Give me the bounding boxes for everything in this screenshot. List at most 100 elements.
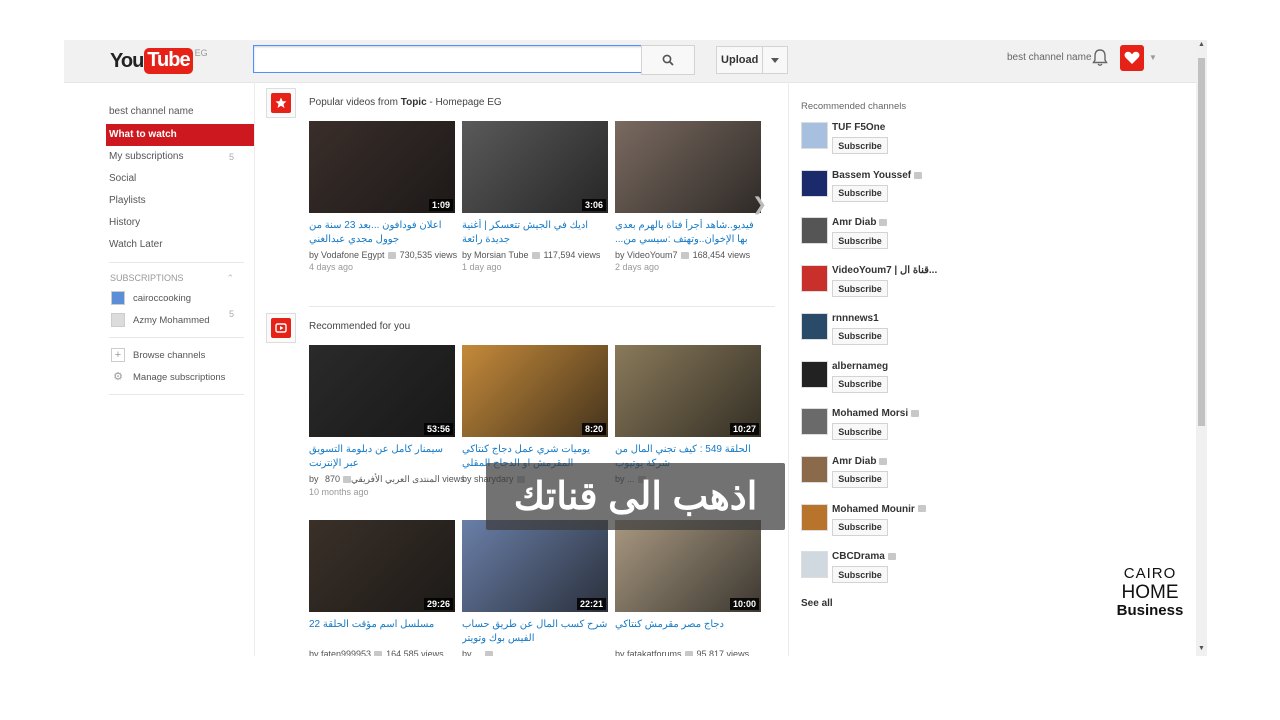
scroll-down-arrow-icon[interactable]: ▼ — [1196, 644, 1207, 654]
subscription-label: cairoccooking — [133, 292, 192, 304]
account-avatar[interactable] — [1120, 45, 1144, 71]
video-thumbnail[interactable] — [615, 121, 761, 213]
logo-tube: Tube — [144, 48, 193, 74]
recommended-shelf-title[interactable]: Recommended for you — [309, 321, 410, 332]
video-thumbnail[interactable]: 22:21 — [462, 520, 608, 612]
guide-channel-name[interactable]: best channel name — [106, 102, 254, 124]
subscribe-button[interactable]: Subscribe — [832, 327, 888, 345]
recommended-shelf-icon[interactable] — [266, 313, 296, 343]
verified-badge-icon — [684, 651, 693, 656]
channel-name-link[interactable]: VideoYoum7 | قناة ال... — [832, 265, 937, 276]
sidebar-item[interactable]: History — [106, 212, 254, 234]
video-title-link[interactable]: اديك في الجيش تتعسكر | أغنية جديدة رائعة — [462, 219, 610, 247]
subscribe-button[interactable]: Subscribe — [832, 184, 888, 202]
video-thumbnail[interactable]: 1:09 — [309, 121, 455, 213]
youtube-logo[interactable]: You Tube EG — [110, 46, 208, 76]
youtube-page: You Tube EG Upload best channel name ▼ b… — [64, 40, 1196, 656]
search-input[interactable] — [253, 45, 651, 73]
video-channel-link[interactable]: by ... — [462, 649, 482, 656]
subscription-item[interactable]: Azmy Mohammed 5 — [106, 309, 254, 331]
subscribe-button[interactable]: Subscribe — [832, 280, 888, 298]
sidebar-item[interactable]: My subscriptions 5 — [106, 146, 254, 168]
sidebar-item[interactable]: Social — [106, 168, 254, 190]
video-channel-link[interactable]: by Morsian Tube — [462, 250, 529, 260]
channel-name-link[interactable]: Amr Diab — [832, 456, 888, 467]
channel-avatar[interactable] — [801, 551, 828, 579]
video-thumbnail[interactable]: 29:26 — [309, 520, 455, 612]
video-title-link[interactable]: فيديو..شاهد أجرأ فتاة بالهرم بعدي بها ال… — [615, 219, 763, 247]
video-age: 1 day ago — [462, 262, 502, 272]
video-channel-link[interactable]: by faten999953 — [309, 649, 371, 656]
video-thumbnail[interactable]: 8:20 — [462, 345, 608, 437]
verified-badge-icon — [879, 457, 888, 465]
video-title-link[interactable]: سيمنار كامل عن دبلومة التسويق عبر الإنتر… — [309, 443, 457, 471]
video-title-link[interactable]: شرح كسب المال عن طريق حساب الفيس بوك وتو… — [462, 618, 610, 646]
popular-shelf-icon[interactable] — [266, 88, 296, 118]
video-card[interactable]: 3:06 اديك في الجيش تتعسكر | أغنية جديدة ر… — [462, 121, 610, 272]
shelf-next-arrow-icon[interactable]: ❯ — [752, 194, 767, 215]
subscribe-button[interactable]: Subscribe — [832, 375, 888, 393]
subscriptions-header[interactable]: SUBSCRIPTIONS ⌃ — [106, 269, 254, 287]
video-card[interactable]: 10:00 دجاج مصر مقرمش كنتاكي by fatakatforu… — [615, 520, 763, 656]
scroll-up-arrow-icon[interactable]: ▲ — [1196, 40, 1207, 50]
browse-channels-link[interactable]: + Browse channels — [106, 344, 254, 366]
video-card[interactable]: 53:56 سيمنار كامل عن دبلومة التسويق عبر ا… — [309, 345, 465, 497]
search-button[interactable] — [641, 45, 695, 75]
channel-avatar[interactable] — [801, 408, 828, 436]
channel-avatar[interactable] — [801, 217, 828, 245]
sidebar-item[interactable]: Watch Later — [106, 234, 254, 256]
sidebar-item[interactable]: Playlists — [106, 190, 254, 212]
channel-name-link[interactable]: CBCDrama — [832, 551, 896, 562]
channel-name-link[interactable]: rnnnews1 — [832, 313, 879, 324]
collapse-caret-icon: ⌃ — [226, 273, 234, 283]
subscribe-button[interactable]: Subscribe — [832, 423, 888, 441]
channel-name-link[interactable]: Mohamed Mounir — [832, 504, 926, 515]
upload-dropdown-caret[interactable] — [762, 47, 787, 73]
channel-avatar[interactable] — [801, 312, 828, 340]
video-title-link[interactable]: دجاج مصر مقرمش كنتاكي — [615, 618, 763, 646]
popular-shelf-title[interactable]: Popular videos from Topic - Homepage EG — [309, 97, 502, 108]
video-card[interactable]: فيديو..شاهد أجرأ فتاة بالهرم بعدي بها ال… — [615, 121, 763, 272]
sidebar-item-label: Social — [109, 173, 137, 184]
channel-name-link[interactable]: Mohamed Morsi — [832, 408, 920, 419]
video-thumbnail[interactable]: 3:06 — [462, 121, 608, 213]
channel-avatar[interactable] — [801, 360, 828, 388]
video-title-link[interactable]: مسلسل اسم مؤقت الحلقة 22 — [309, 618, 457, 646]
video-channel-link[interactable]: by VideoYoum7 — [615, 250, 678, 260]
subscribe-button[interactable]: Subscribe — [832, 470, 888, 488]
video-card[interactable]: 29:26 مسلسل اسم مؤقت الحلقة 22 by faten999… — [309, 520, 457, 656]
video-thumbnail[interactable]: 53:56 — [309, 345, 455, 437]
video-card[interactable]: 22:21 شرح كسب المال عن طريق حساب الفيس بو… — [462, 520, 610, 656]
channel-avatar[interactable] — [801, 122, 828, 149]
video-channel-link[interactable]: by Vodafone Egypt — [309, 250, 385, 260]
manage-subscriptions-link[interactable]: ⚙ Manage subscriptions — [106, 366, 254, 388]
play-icon — [275, 323, 287, 333]
subscription-item[interactable]: cairoccooking — [106, 287, 254, 309]
header-channel-name[interactable]: best channel name — [1007, 52, 1092, 63]
sidebar-item[interactable]: What to watch — [106, 124, 254, 146]
channel-name-link[interactable]: Amr Diab — [832, 217, 888, 228]
video-title-link[interactable]: اعلان فودافون ...بعد 23 سنة من جوول مجدي… — [309, 219, 457, 247]
subscribe-button[interactable]: Subscribe — [832, 232, 888, 250]
scrollbar-thumb[interactable] — [1198, 58, 1205, 426]
upload-button[interactable]: Upload — [716, 46, 788, 74]
account-caret-icon[interactable]: ▼ — [1149, 53, 1157, 62]
notifications-button[interactable] — [1092, 49, 1108, 70]
channel-name-link[interactable]: TUF F5One — [832, 122, 885, 133]
channel-name-link[interactable]: albernameg — [832, 361, 888, 372]
video-card[interactable]: 1:09 اعلان فودافون ...بعد 23 سنة من جوول … — [309, 121, 457, 272]
recommended-channel: TUF F5One Subscribe — [801, 122, 971, 166]
channel-avatar[interactable] — [801, 169, 828, 197]
subscribe-button[interactable]: Subscribe — [832, 566, 888, 584]
video-thumbnail[interactable]: 10:00 — [615, 520, 761, 612]
channel-name-link[interactable]: Bassem Youssef — [832, 170, 923, 181]
subscribe-button[interactable]: Subscribe — [832, 137, 888, 154]
see-all-link[interactable]: See all — [801, 598, 833, 609]
channel-avatar[interactable] — [801, 265, 828, 293]
subscribe-button[interactable]: Subscribe — [832, 518, 888, 536]
channel-avatar[interactable] — [801, 503, 828, 531]
channel-avatar[interactable] — [801, 455, 828, 483]
video-channel-link[interactable]: by fatakatforums — [615, 649, 682, 656]
sidebar-item-count: 5 — [228, 152, 234, 162]
video-thumbnail[interactable]: 10:27 — [615, 345, 761, 437]
